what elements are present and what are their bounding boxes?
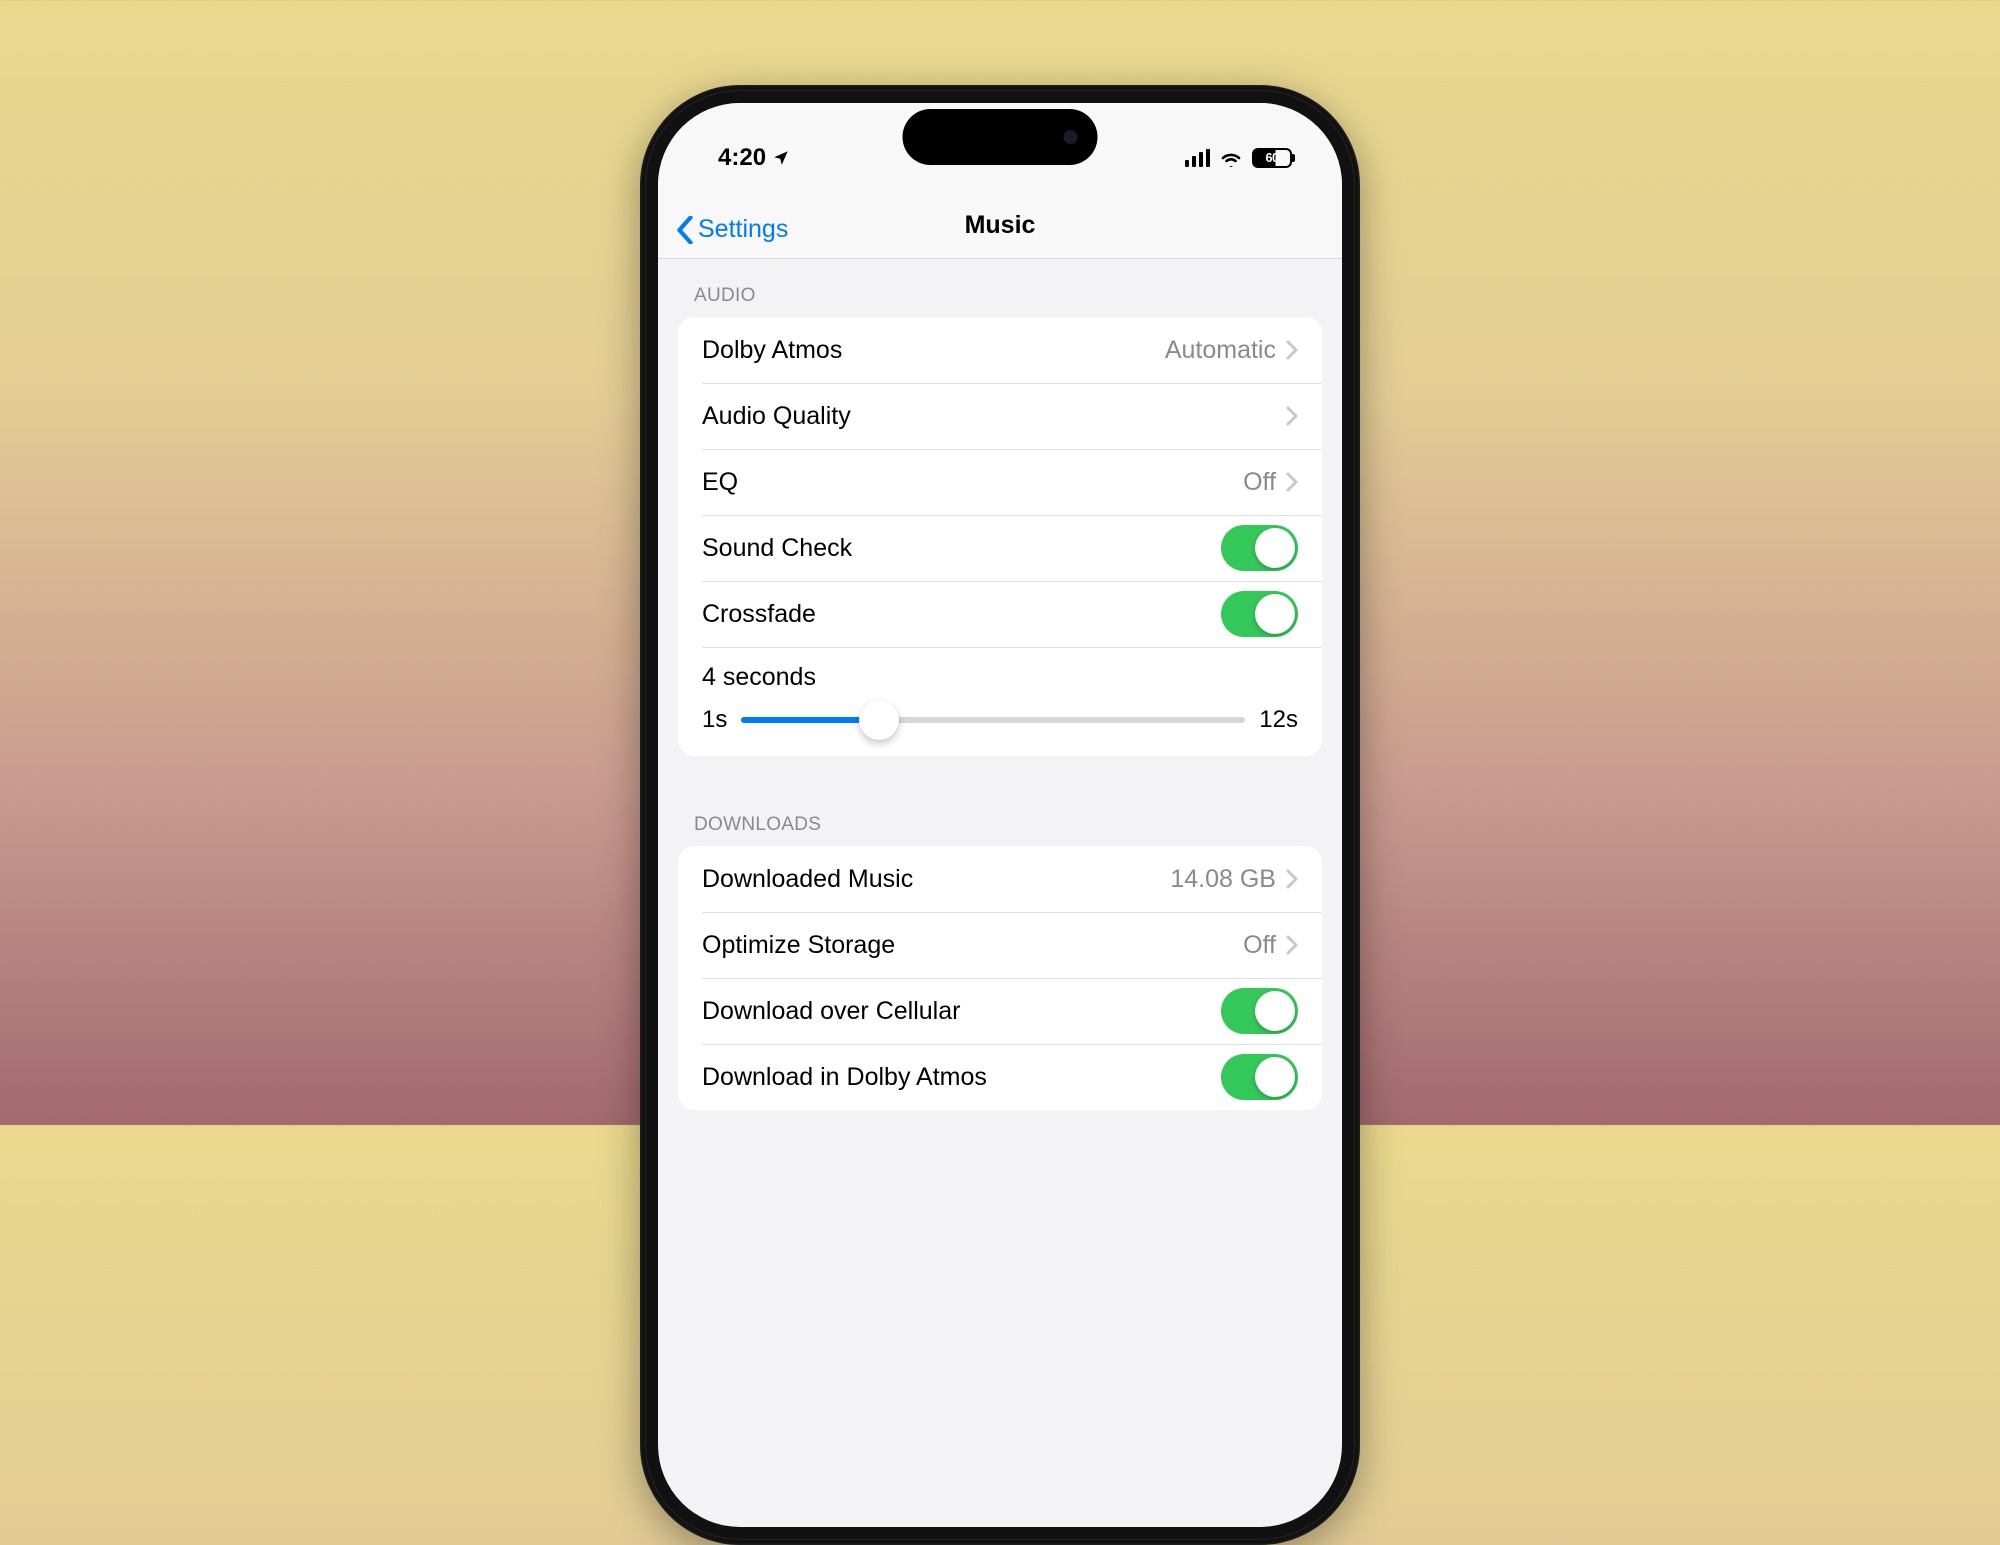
location-arrow-icon [772, 149, 790, 167]
row-label: Sound Check [702, 534, 852, 563]
chevron-left-icon [676, 216, 694, 244]
row-sound-check: Sound Check [678, 515, 1322, 581]
audio-group: Dolby Atmos Automatic Audio Quality [678, 317, 1322, 756]
row-downloaded-music[interactable]: Downloaded Music 14.08 GB [678, 846, 1322, 912]
battery-icon: 60 [1252, 148, 1292, 168]
row-label: Dolby Atmos [702, 336, 842, 365]
sound-check-toggle[interactable] [1221, 525, 1298, 571]
cellular-signal-icon [1185, 149, 1211, 167]
status-left: 4:20 [718, 144, 790, 172]
nav-title: Music [965, 211, 1036, 240]
chevron-right-icon [1286, 472, 1298, 492]
row-label: Optimize Storage [702, 931, 895, 960]
chevron-right-icon [1286, 340, 1298, 360]
settings-content: AUDIO Dolby Atmos Automatic Audio Qualit… [658, 259, 1342, 1110]
section-header-audio: AUDIO [658, 259, 1342, 317]
slider-value-label: 4 seconds [702, 663, 1298, 692]
row-dolby-atmos[interactable]: Dolby Atmos Automatic [678, 317, 1322, 383]
row-value: Automatic [1165, 336, 1276, 365]
chevron-right-icon [1286, 406, 1298, 426]
row-label: EQ [702, 468, 738, 497]
row-download-cellular: Download over Cellular [678, 978, 1322, 1044]
row-label: Audio Quality [702, 402, 851, 431]
row-label: Download over Cellular [702, 997, 960, 1026]
chevron-right-icon [1286, 869, 1298, 889]
row-optimize-storage[interactable]: Optimize Storage Off [678, 912, 1322, 978]
status-right: 60 [1185, 148, 1293, 168]
dynamic-island [903, 109, 1098, 165]
row-crossfade-slider: 4 seconds 1s 12s [678, 647, 1322, 756]
wifi-icon [1219, 149, 1243, 167]
nav-back-button[interactable]: Settings [676, 215, 788, 244]
battery-percent: 60 [1254, 150, 1290, 166]
status-time: 4:20 [718, 144, 766, 172]
slider-max-label: 12s [1259, 706, 1298, 734]
phone-frame: 4:20 60 [640, 85, 1360, 1545]
row-audio-quality[interactable]: Audio Quality [678, 383, 1322, 449]
download-cellular-toggle[interactable] [1221, 988, 1298, 1034]
row-label: Crossfade [702, 600, 816, 629]
chevron-right-icon [1286, 935, 1298, 955]
row-eq[interactable]: EQ Off [678, 449, 1322, 515]
crossfade-toggle[interactable] [1221, 591, 1298, 637]
crossfade-slider[interactable] [741, 717, 1245, 723]
row-value: Off [1243, 468, 1276, 497]
row-label: Download in Dolby Atmos [702, 1063, 987, 1092]
row-label: Downloaded Music [702, 865, 913, 894]
row-value: Off [1243, 931, 1276, 960]
download-dolby-toggle[interactable] [1221, 1054, 1298, 1100]
slider-min-label: 1s [702, 706, 727, 734]
section-header-downloads: DOWNLOADS [658, 756, 1342, 846]
slider-thumb[interactable] [859, 700, 899, 740]
row-download-dolby: Download in Dolby Atmos [678, 1044, 1322, 1110]
screen: 4:20 60 [658, 103, 1342, 1527]
nav-back-label: Settings [698, 215, 788, 244]
row-crossfade: Crossfade [678, 581, 1322, 647]
row-value: 14.08 GB [1170, 865, 1276, 894]
downloads-group: Downloaded Music 14.08 GB Optimize Stora… [678, 846, 1322, 1110]
